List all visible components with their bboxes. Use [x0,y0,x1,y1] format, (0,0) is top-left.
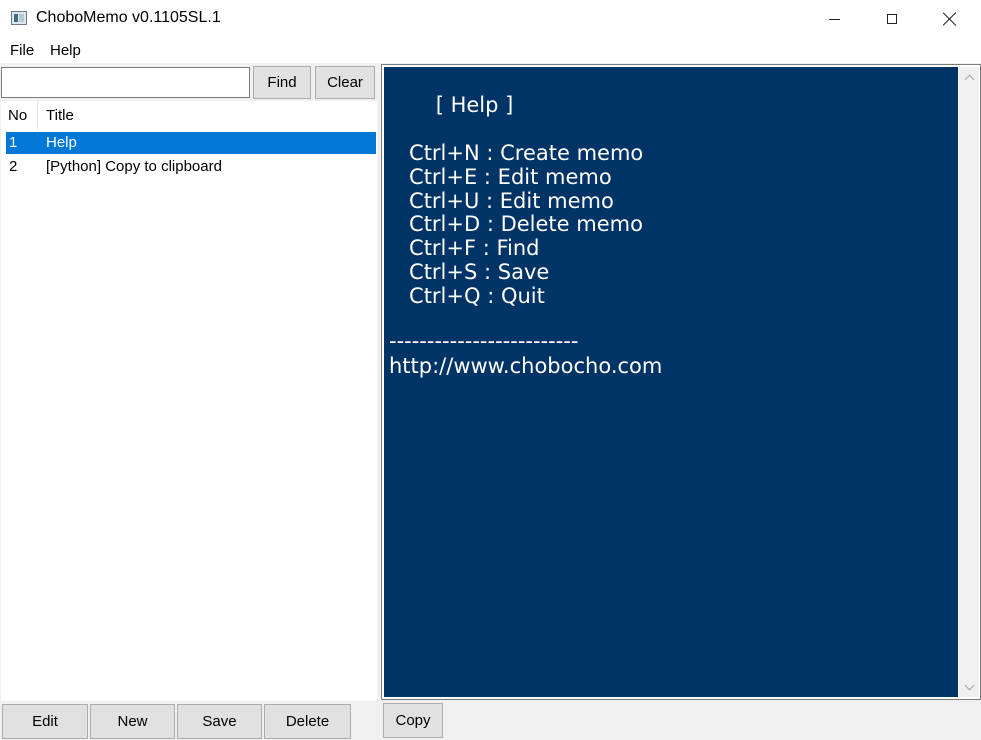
list-header: No Title [1,101,377,129]
list-item-no: 1 [9,134,18,151]
close-button[interactable] [921,0,979,38]
column-header-no[interactable]: No [8,107,27,124]
memo-text-area[interactable]: [ Help ] Ctrl+N : Create memo Ctrl+E : E… [384,67,958,697]
menu-file[interactable]: File [10,42,34,59]
minimize-button[interactable] [805,0,863,38]
minimize-icon [828,18,840,20]
clear-button[interactable]: Clear [315,66,375,99]
search-input[interactable] [1,67,250,98]
list-item[interactable]: 1 Help [6,132,376,154]
maximize-icon [887,14,897,24]
memo-line: [ Help ] [389,93,514,117]
find-button[interactable]: Find [253,66,311,99]
memo-viewer: [ Help ] Ctrl+N : Create memo Ctrl+E : E… [381,64,981,700]
save-button[interactable]: Save [177,704,262,739]
memo-line: Ctrl+D : Delete memo [389,212,643,236]
app-window: ChoboMemo v0.1105SL.1 File Help Find Cle… [0,0,981,740]
app-icon [11,11,27,25]
menu-bar: File Help [0,38,981,63]
copy-button[interactable]: Copy [383,703,443,738]
memo-line: Ctrl+U : Edit memo [389,189,614,213]
memo-line: ------------------------- [389,329,579,353]
scroll-up-button[interactable] [959,67,979,87]
list-item-title: Help [46,134,77,151]
memo-list[interactable]: No Title 1 Help 2 [Python] Copy to clipb… [1,101,377,701]
list-item-no: 2 [9,158,18,175]
memo-line: Ctrl+N : Create memo [389,141,644,165]
delete-button[interactable]: Delete [264,704,351,739]
memo-line: Ctrl+S : Save [389,260,550,284]
chevron-down-icon [964,680,974,690]
memo-line: Ctrl+F : Find [389,236,540,260]
close-icon [943,12,957,26]
new-button[interactable]: New [90,704,175,739]
maximize-button[interactable] [863,0,921,38]
window-title: ChoboMemo v0.1105SL.1 [36,9,221,26]
scroll-down-button[interactable] [959,677,979,697]
column-divider[interactable] [37,101,38,129]
memo-line: http://www.chobocho.com [389,354,663,378]
edit-button[interactable]: Edit [2,704,88,739]
menu-help[interactable]: Help [50,42,81,59]
memo-line: Ctrl+E : Edit memo [389,165,612,189]
memo-line: Ctrl+Q : Quit [389,284,545,308]
list-item-title: [Python] Copy to clipboard [46,158,222,175]
column-header-title[interactable]: Title [46,107,74,124]
chevron-up-icon [964,74,974,84]
list-item[interactable]: 2 [Python] Copy to clipboard [6,156,376,178]
memo-scrollbar[interactable] [959,67,979,697]
title-bar: ChoboMemo v0.1105SL.1 [0,0,981,38]
